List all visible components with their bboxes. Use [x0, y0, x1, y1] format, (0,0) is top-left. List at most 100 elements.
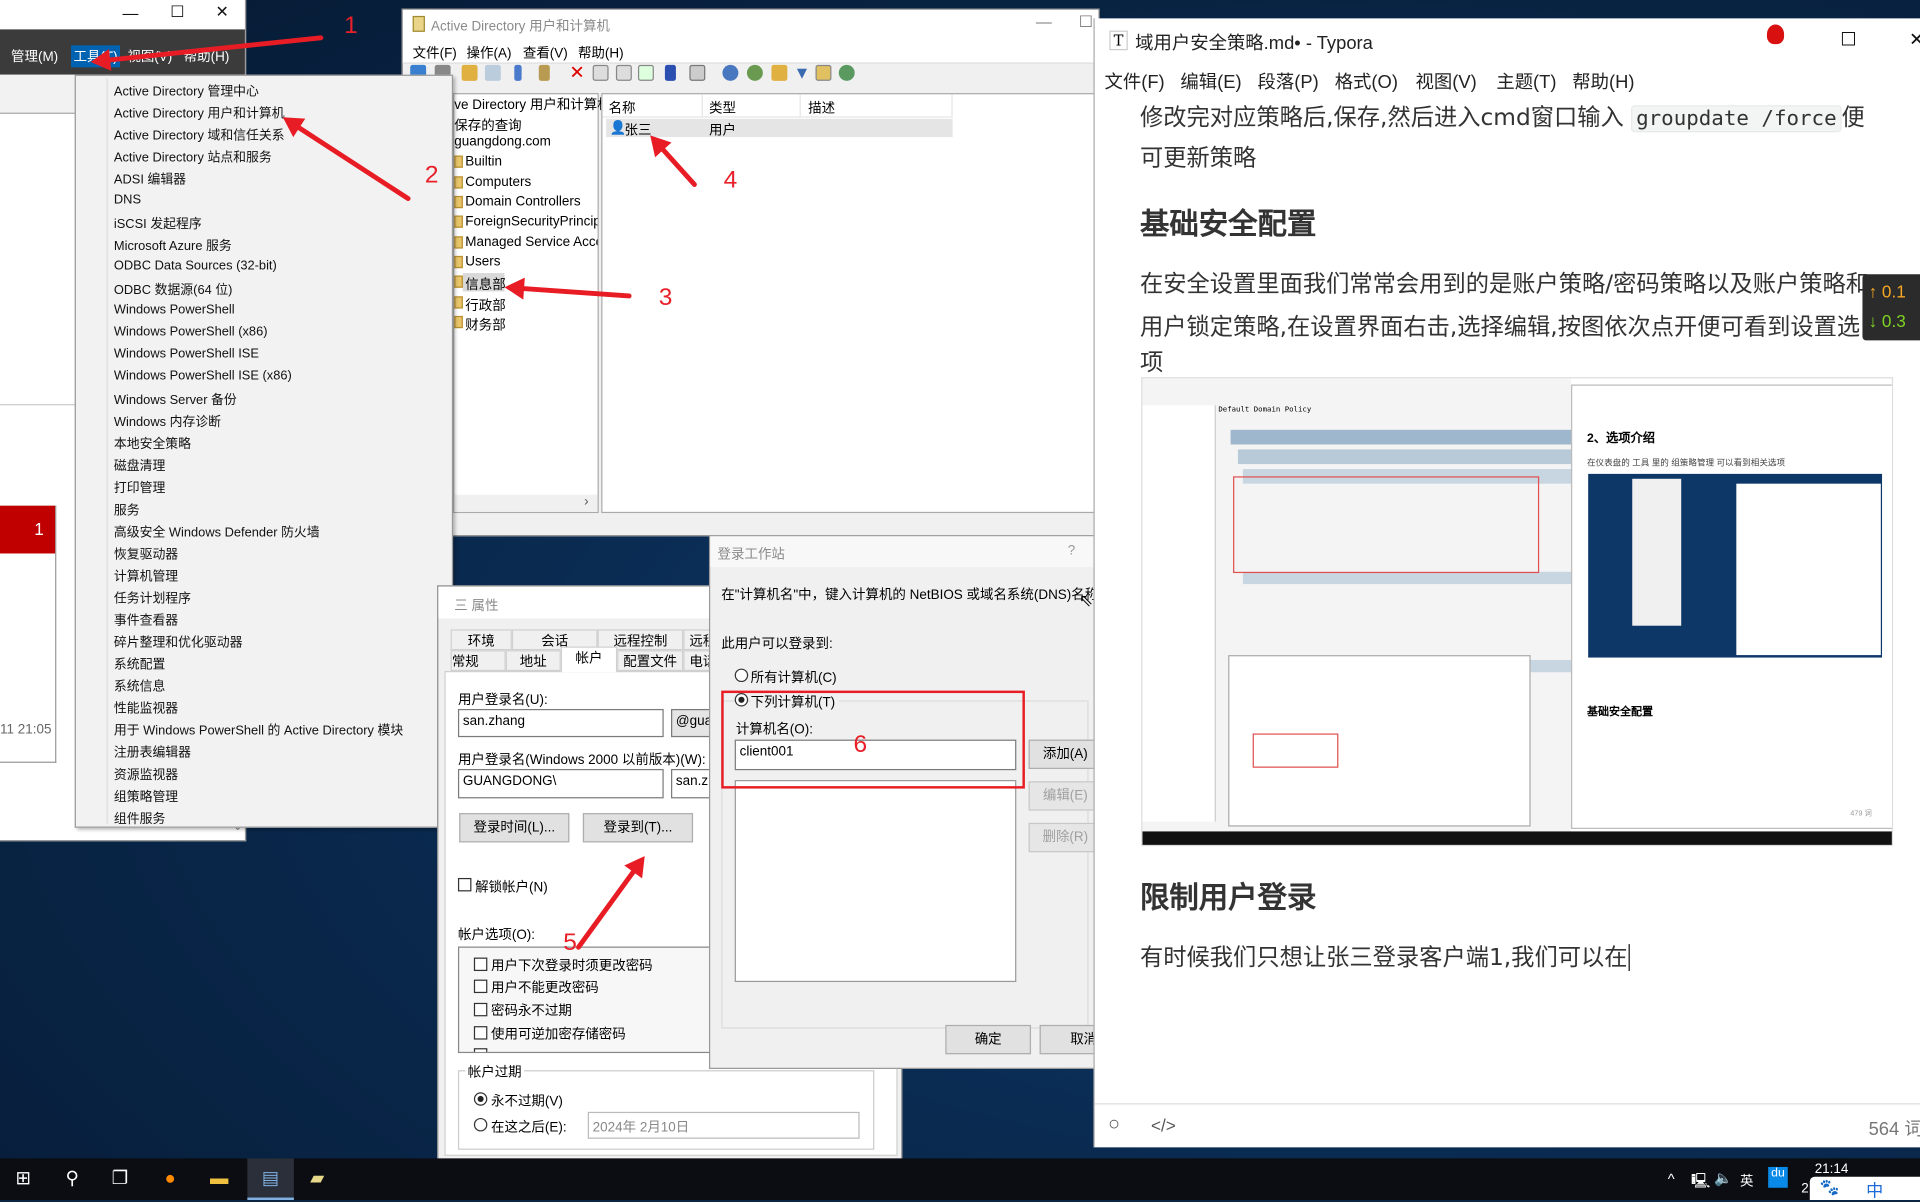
help-icon[interactable]: [664, 64, 676, 81]
tree-domain-controllers[interactable]: Domain Controllers: [465, 195, 580, 210]
file-explorer-icon[interactable]: ▬: [208, 1168, 230, 1190]
tools-menu-item[interactable]: 碎片整理和优化驱动器: [114, 633, 243, 651]
tools-menu-item[interactable]: 恢复驱动器: [114, 545, 178, 563]
properties-icon[interactable]: [592, 64, 609, 81]
tab-address[interactable]: 地址: [505, 650, 561, 672]
expire-date-picker[interactable]: 2024年 2月10日: [587, 1111, 860, 1139]
tools-menu-item[interactable]: Active Directory 域和信任关系: [114, 126, 285, 144]
ime-toolbar[interactable]: 🐾 中: [1809, 1176, 1920, 1202]
filter-icon[interactable]: ▼: [793, 64, 810, 81]
all-computers-radio[interactable]: [734, 668, 749, 683]
maximize-icon[interactable]: ☐: [1079, 12, 1093, 32]
column-description[interactable]: 描述: [808, 98, 835, 118]
add-to-group-icon[interactable]: [838, 64, 855, 81]
option-must-change[interactable]: 用户下次登录时须更改密码: [491, 955, 653, 975]
add-button[interactable]: 添加(A): [1028, 739, 1103, 769]
menu-file[interactable]: 文件(F): [413, 43, 457, 63]
action-pane-icon[interactable]: [689, 64, 706, 81]
menu-paragraph[interactable]: 段落(P): [1258, 69, 1319, 95]
tree-root[interactable]: ve Directory 用户和计算机: [454, 94, 610, 114]
embedded-screenshot[interactable]: Default Domain Policy 2、选项介绍 在仪表盘的 工具 里的…: [1141, 377, 1894, 847]
logon-name-input[interactable]: san.zhang: [457, 708, 664, 738]
new-group-icon[interactable]: [746, 64, 763, 81]
tools-menu-item[interactable]: 打印管理: [114, 479, 165, 497]
tools-menu-item[interactable]: Active Directory 管理中心: [114, 82, 259, 100]
ok-button[interactable]: 确定: [945, 1024, 1032, 1055]
paragraph-security-3[interactable]: 项: [1140, 344, 1163, 377]
option-never-expires[interactable]: 密码永不过期: [491, 1000, 572, 1020]
refresh-icon[interactable]: [615, 64, 632, 81]
tools-menu-item[interactable]: Active Directory 站点和服务: [114, 148, 272, 166]
logon-to-button[interactable]: 登录到(T)...: [582, 813, 694, 843]
tools-menu-item[interactable]: Windows PowerShell ISE: [114, 347, 259, 362]
tab-account[interactable]: 帐户: [560, 646, 618, 673]
tools-menu-item[interactable]: 组策略管理: [114, 787, 178, 805]
tools-menu-item[interactable]: iSCSI 发起程序: [114, 214, 202, 232]
tab-profile[interactable]: 配置文件: [617, 650, 684, 672]
tools-menu-item[interactable]: Windows Server 备份: [114, 391, 237, 409]
tree-fsp[interactable]: ForeignSecurityPrincipals: [465, 214, 597, 229]
new-ou-icon[interactable]: [771, 64, 788, 81]
server-manager-taskbar-button[interactable]: ▤: [247, 1158, 294, 1201]
menu-view[interactable]: 视图(V): [1416, 69, 1477, 95]
clock-date[interactable]: 2: [1801, 1182, 1809, 1197]
ime-chinese-toggle[interactable]: 中: [1866, 1178, 1883, 1202]
tools-menu-item[interactable]: 性能监视器: [114, 699, 178, 717]
delete-icon[interactable]: ✕: [569, 64, 585, 82]
word-count[interactable]: 564 词: [1869, 1116, 1920, 1142]
tree-computers[interactable]: Computers: [465, 175, 531, 190]
clock-time[interactable]: 21:14: [1815, 1162, 1849, 1177]
tree-info-dept[interactable]: 信息部: [465, 274, 505, 294]
remove-button[interactable]: 删除(R): [1028, 822, 1103, 853]
end-of-radio[interactable]: [473, 1117, 488, 1132]
tools-menu-item[interactable]: DNS: [114, 192, 141, 207]
tools-menu-item[interactable]: 磁盘清理: [114, 457, 165, 475]
show-tree-icon[interactable]: [484, 64, 501, 81]
menu-help[interactable]: 帮助(H): [578, 43, 624, 63]
find-icon[interactable]: [815, 64, 832, 81]
heading-basic-security[interactable]: 基础安全配置: [1140, 200, 1316, 243]
baidu-ime-icon[interactable]: du: [1768, 1166, 1788, 1188]
tools-menu-item[interactable]: 注册表编辑器: [114, 743, 191, 761]
tree-domain[interactable]: guangdong.com: [454, 135, 551, 150]
account-options-list[interactable]: 用户下次登录时须更改密码 用户不能更改密码 密码永不过期 使用可逆加密存储密码: [457, 946, 740, 1054]
tools-menu-item[interactable]: ADSI 编辑器: [114, 170, 186, 188]
menu-format[interactable]: 格式(O): [1335, 69, 1398, 95]
search-icon[interactable]: ⚲: [61, 1168, 83, 1190]
export-icon[interactable]: [637, 64, 654, 81]
tab-environment[interactable]: 环境: [450, 629, 512, 651]
tree-users[interactable]: Users: [465, 255, 500, 270]
menu-help[interactable]: 帮助(H): [1572, 69, 1634, 95]
tree-scrollbar[interactable]: ›: [454, 494, 598, 512]
tools-menu-item[interactable]: Active Directory 用户和计算机: [114, 104, 285, 122]
tools-menu-item[interactable]: 系统配置: [114, 655, 165, 673]
tree-finance-dept[interactable]: 财务部: [465, 315, 505, 335]
tools-menu-item[interactable]: Windows PowerShell ISE (x86): [114, 369, 292, 384]
paragraph-restrict[interactable]: 有时候我们只想让张三登录客户端1,我们可以在​: [1140, 939, 1630, 972]
menu-edit[interactable]: 编辑(E): [1180, 69, 1241, 95]
tree-builtin[interactable]: Builtin: [465, 154, 502, 169]
tools-menu-item[interactable]: 资源监视器: [114, 765, 178, 783]
tools-menu-item[interactable]: 系统信息: [114, 677, 165, 695]
tab-general[interactable]: 常规: [450, 650, 506, 672]
up-folder-icon[interactable]: [461, 64, 478, 81]
minimize-icon[interactable]: —: [1036, 12, 1052, 30]
cut-icon[interactable]: [514, 64, 522, 81]
firefox-icon[interactable]: ●: [159, 1168, 181, 1190]
pre2000-domain-input[interactable]: GUANGDONG\: [457, 768, 664, 799]
close-icon[interactable]: ✕: [216, 2, 229, 22]
edit-button[interactable]: 编辑(E): [1028, 781, 1103, 811]
never-expire-radio[interactable]: [473, 1092, 488, 1106]
column-type[interactable]: 类型: [709, 98, 736, 118]
tools-menu-item[interactable]: 本地安全策略: [114, 435, 191, 453]
task-view-icon[interactable]: ❐: [109, 1168, 131, 1190]
tools-menu-item[interactable]: 计算机管理: [114, 567, 178, 585]
maximize-icon[interactable]: ☐: [170, 2, 184, 22]
new-user-icon[interactable]: [722, 64, 739, 81]
tools-menu-item[interactable]: ODBC 数据源(64 位): [114, 280, 233, 298]
logon-hours-button[interactable]: 登录时间(L)...: [459, 813, 570, 843]
tools-menu-item[interactable]: 事件查看器: [114, 611, 178, 629]
aduc-taskbar-icon[interactable]: ▰: [306, 1168, 328, 1190]
tools-menu-item[interactable]: Windows PowerShell (x86): [114, 324, 268, 339]
paragraph-update[interactable]: 修改完对应策略后,保存,然后进入cmd窗口输入 groupdate /force…: [1140, 99, 1865, 133]
